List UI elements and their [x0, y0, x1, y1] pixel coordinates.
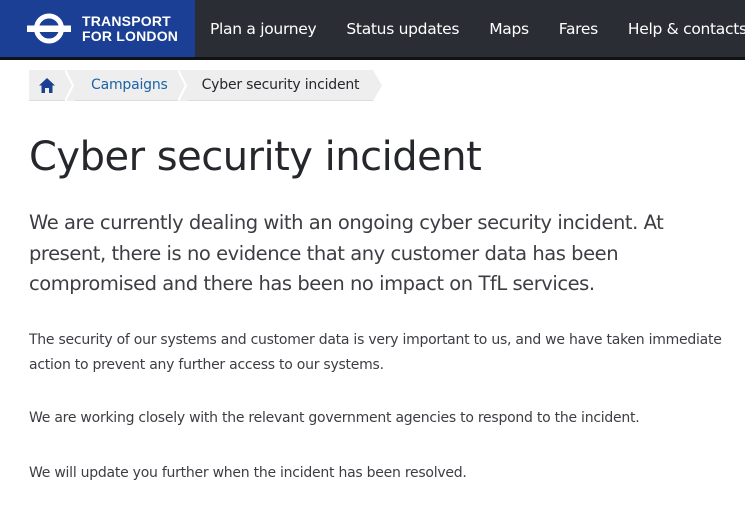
- home-icon: [39, 77, 55, 93]
- brand-line-2: FOR LONDON: [82, 27, 179, 44]
- nav-plan-a-journey[interactable]: Plan a journey: [195, 20, 331, 38]
- nav-fares[interactable]: Fares: [544, 20, 613, 38]
- breadcrumb-campaigns[interactable]: Campaigns: [75, 70, 178, 101]
- tfl-roundel-icon: [27, 13, 71, 44]
- tfl-logo-link[interactable]: TRANSPORT FOR LONDON: [0, 0, 195, 57]
- site-header: TRANSPORT FOR LONDON Plan a journey Stat…: [0, 0, 745, 60]
- breadcrumb-home[interactable]: [29, 70, 65, 101]
- breadcrumb-separator: [177, 70, 188, 102]
- breadcrumb-current: Cyber security incident: [187, 70, 374, 101]
- brand-line-1: TRANSPORT: [82, 13, 171, 29]
- main-nav: Plan a journey Status updates Maps Fares…: [195, 0, 745, 57]
- body-paragraph: We are working closely with the relevant…: [29, 410, 640, 426]
- page-title: Cyber security incident: [29, 134, 482, 180]
- body-paragraph: We will update you further when the inci…: [29, 465, 467, 481]
- brand-name: TRANSPORT FOR LONDON: [82, 14, 178, 43]
- lead-paragraph: We are currently dealing with an ongoing…: [29, 211, 664, 295]
- nav-status-updates[interactable]: Status updates: [331, 20, 474, 38]
- body-paragraph: The security of our systems and customer…: [29, 332, 722, 373]
- breadcrumb-separator: [65, 70, 75, 102]
- nav-help-contacts[interactable]: Help & contacts: [613, 20, 745, 38]
- breadcrumb: Campaigns Cyber security incident: [29, 70, 383, 102]
- breadcrumb-end: [373, 70, 383, 101]
- nav-maps[interactable]: Maps: [474, 20, 544, 38]
